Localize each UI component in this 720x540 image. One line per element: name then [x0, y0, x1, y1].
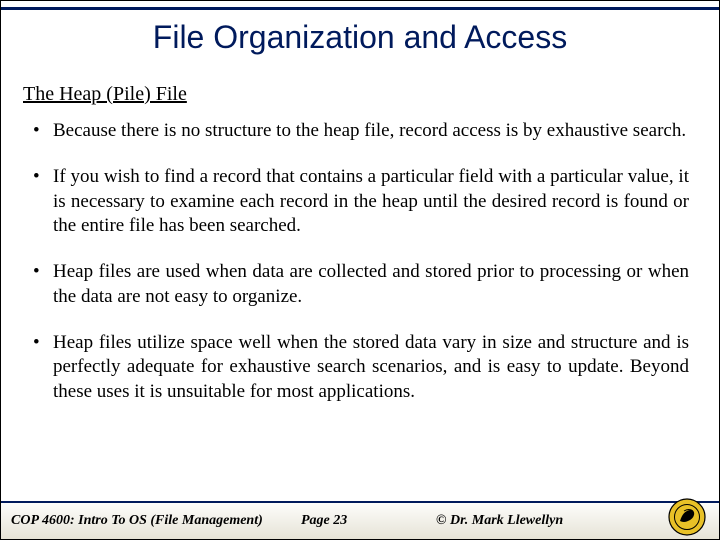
bullet-list: Because there is no structure to the hea…: [31, 119, 689, 426]
footer-page: Page 23: [301, 513, 347, 529]
slide-footer: COP 4600: Intro To OS (File Management) …: [1, 501, 719, 539]
footer-course: COP 4600: Intro To OS (File Management): [11, 513, 263, 529]
slide: File Organization and Access The Heap (P…: [0, 0, 720, 540]
slide-title: File Organization and Access: [1, 19, 719, 56]
bullet-item: Heap files utilize space well when the s…: [31, 331, 689, 404]
ucf-pegasus-logo-icon: [667, 497, 707, 537]
bullet-item: Heap files are used when data are collec…: [31, 260, 689, 309]
top-rule: [1, 7, 719, 10]
bullet-item: Because there is no structure to the hea…: [31, 119, 689, 143]
footer-bar: COP 4600: Intro To OS (File Management) …: [1, 503, 719, 539]
footer-copyright: © Dr. Mark Llewellyn: [436, 513, 563, 529]
bullet-item: If you wish to find a record that contai…: [31, 165, 689, 238]
section-heading: The Heap (Pile) File: [23, 83, 187, 106]
